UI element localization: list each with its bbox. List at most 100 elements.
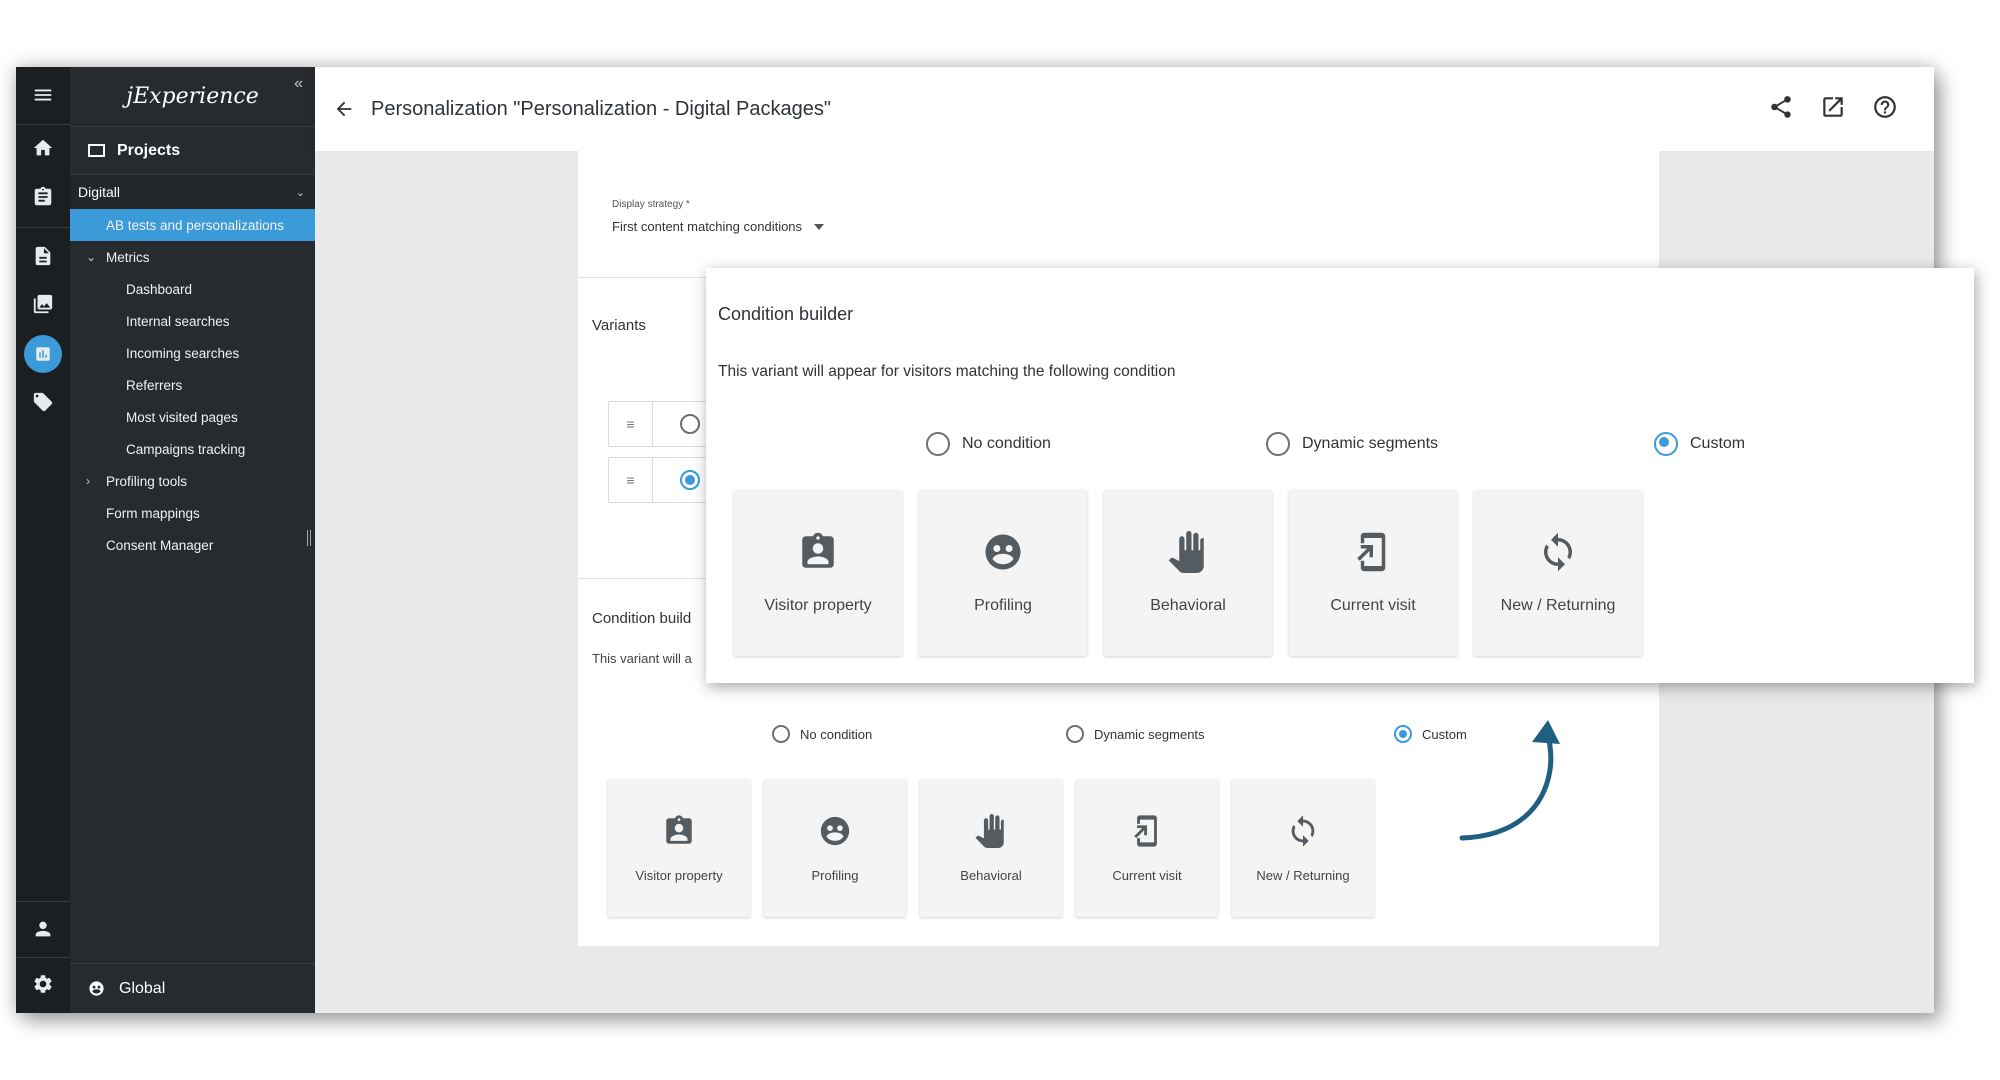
drag-handle-icon[interactable]: ≡ bbox=[609, 402, 653, 446]
site-name: Digitall bbox=[78, 184, 121, 200]
radio-no-condition[interactable] bbox=[926, 432, 950, 456]
device-enter-icon bbox=[1130, 814, 1164, 848]
tile-label: Visitor property bbox=[764, 597, 872, 614]
menu-icon[interactable] bbox=[24, 76, 62, 114]
sidebar-item-profiling-tools[interactable]: › Profiling tools bbox=[70, 465, 315, 497]
chart-icon[interactable] bbox=[24, 335, 62, 373]
projects-link[interactable]: Projects bbox=[70, 127, 315, 175]
sidebar-item-ab-tests[interactable]: AB tests and personalizations bbox=[70, 209, 315, 241]
home-icon[interactable] bbox=[24, 129, 62, 167]
chevron-down-icon: ⌄ bbox=[86, 250, 97, 264]
callout-option-custom[interactable]: Custom bbox=[1654, 432, 1745, 456]
face-icon bbox=[818, 814, 852, 848]
sidebar-resize-handle[interactable] bbox=[307, 530, 311, 546]
globe-icon bbox=[89, 981, 104, 996]
sidebar-item-label: Profiling tools bbox=[106, 473, 188, 489]
clipboard-icon[interactable] bbox=[24, 178, 62, 216]
sidebar-item-label: Consent Manager bbox=[106, 537, 214, 553]
radio-custom[interactable] bbox=[1654, 432, 1678, 456]
tile-profiling[interactable]: Profiling bbox=[764, 779, 906, 917]
hand-icon bbox=[1167, 531, 1209, 573]
radio-dynamic-segments[interactable] bbox=[1066, 725, 1084, 743]
radio-no-condition[interactable] bbox=[772, 725, 790, 743]
tile-current-visit[interactable]: Current visit bbox=[1289, 490, 1457, 656]
tile-current-visit[interactable]: Current visit bbox=[1076, 779, 1218, 917]
display-strategy-select[interactable]: First content matching conditions bbox=[612, 219, 825, 234]
sidebar-item-label: Dashboard bbox=[126, 281, 193, 297]
sidebar-item-label: Incoming searches bbox=[126, 345, 240, 361]
sidebar-item-referrers[interactable]: Referrers bbox=[70, 369, 315, 401]
tile-profiling[interactable]: Profiling bbox=[919, 490, 1087, 656]
images-icon[interactable] bbox=[24, 285, 62, 323]
rail-divider bbox=[16, 124, 70, 125]
condition-builder-description: This variant will a bbox=[592, 651, 692, 666]
tile-label: Profiling bbox=[974, 597, 1032, 614]
caret-down-icon bbox=[814, 223, 825, 230]
sidebar-item-label: Referrers bbox=[126, 377, 183, 393]
global-link[interactable]: Global bbox=[70, 963, 315, 1013]
documents-icon[interactable] bbox=[24, 237, 62, 275]
sidebar-item-most-visited-pages[interactable]: Most visited pages bbox=[70, 401, 315, 433]
radio-dynamic-segments[interactable] bbox=[1266, 432, 1290, 456]
radio-custom[interactable] bbox=[1394, 725, 1412, 743]
hand-icon bbox=[974, 814, 1008, 848]
page-header: Personalization "Personalization - Digit… bbox=[315, 67, 1934, 151]
sidebar-item-incoming-searches[interactable]: Incoming searches bbox=[70, 337, 315, 369]
icon-rail bbox=[16, 67, 70, 1013]
variant-radio[interactable] bbox=[680, 470, 700, 490]
option-label: No condition bbox=[800, 726, 873, 742]
header-actions bbox=[1768, 94, 1898, 120]
tile-label: New / Returning bbox=[1500, 597, 1616, 614]
tag-icon[interactable] bbox=[24, 383, 62, 421]
drag-handle-icon[interactable]: ≡ bbox=[609, 458, 653, 502]
share-icon[interactable] bbox=[1768, 94, 1794, 120]
tile-label: Behavioral bbox=[960, 867, 1022, 883]
page-title: Personalization "Personalization - Digit… bbox=[371, 97, 831, 120]
tile-label: New / Returning bbox=[1256, 867, 1350, 883]
app-logo: jExperience bbox=[70, 67, 315, 127]
tile-behavioral[interactable]: Behavioral bbox=[920, 779, 1062, 917]
option-label: Dynamic segments bbox=[1302, 435, 1439, 452]
tile-label: Visitor property bbox=[635, 867, 723, 883]
sidebar-item-label: Form mappings bbox=[106, 505, 200, 521]
callout-title: Condition builder bbox=[718, 304, 854, 324]
settings-icon[interactable] bbox=[24, 965, 62, 1003]
site-selector[interactable]: Digitall ⌄ bbox=[70, 175, 315, 209]
condition-builder-callout: Condition builder This variant will appe… bbox=[706, 268, 1974, 683]
refresh-icon bbox=[1286, 814, 1320, 848]
refresh-icon bbox=[1537, 531, 1579, 573]
projects-icon bbox=[88, 144, 105, 157]
tile-visitor-property[interactable]: Visitor property bbox=[608, 779, 750, 917]
tile-label: Current visit bbox=[1112, 867, 1182, 883]
tile-visitor-property[interactable]: Visitor property bbox=[734, 490, 902, 656]
sidebar-item-campaigns-tracking[interactable]: Campaigns tracking bbox=[70, 433, 315, 465]
sidebar-item-internal-searches[interactable]: Internal searches bbox=[70, 305, 315, 337]
user-icon[interactable] bbox=[24, 910, 62, 948]
sidebar-item-dashboard[interactable]: Dashboard bbox=[70, 273, 315, 305]
sidebar-item-label: Metrics bbox=[106, 249, 150, 265]
option-dynamic-segments[interactable]: Dynamic segments bbox=[1066, 725, 1205, 743]
collapse-sidebar-icon[interactable]: « bbox=[294, 75, 303, 93]
callout-option-dynamic-segments[interactable]: Dynamic segments bbox=[1266, 432, 1438, 456]
tile-behavioral[interactable]: Behavioral bbox=[1104, 490, 1272, 656]
sidebar-item-consent-manager[interactable]: Consent Manager bbox=[70, 529, 315, 561]
sidebar-item-label: Internal searches bbox=[126, 313, 230, 329]
sidebar-item-form-mappings[interactable]: Form mappings bbox=[70, 497, 315, 529]
open-external-icon[interactable] bbox=[1820, 94, 1846, 120]
callout-condition-type-tiles: Visitor property Profiling Behavioral Cu… bbox=[734, 490, 1642, 656]
callout-option-no-condition[interactable]: No condition bbox=[926, 432, 1051, 456]
sidebar-item-label: Campaigns tracking bbox=[126, 441, 246, 457]
callout-arrow-icon bbox=[1459, 720, 1560, 841]
badge-icon bbox=[797, 531, 839, 573]
sidebar-item-label: AB tests and personalizations bbox=[106, 217, 284, 233]
option-no-condition[interactable]: No condition bbox=[772, 725, 872, 743]
arrow-left-icon[interactable] bbox=[331, 96, 357, 122]
variant-radio[interactable] bbox=[680, 414, 700, 434]
tile-new-returning[interactable]: New / Returning bbox=[1232, 779, 1374, 917]
tile-new-returning[interactable]: New / Returning bbox=[1474, 490, 1642, 656]
help-icon[interactable] bbox=[1872, 94, 1898, 120]
rail-divider bbox=[16, 957, 70, 958]
projects-label: Projects bbox=[117, 141, 181, 159]
tile-label: Profiling bbox=[811, 867, 859, 883]
sidebar-item-metrics[interactable]: ⌄ Metrics bbox=[70, 241, 315, 273]
